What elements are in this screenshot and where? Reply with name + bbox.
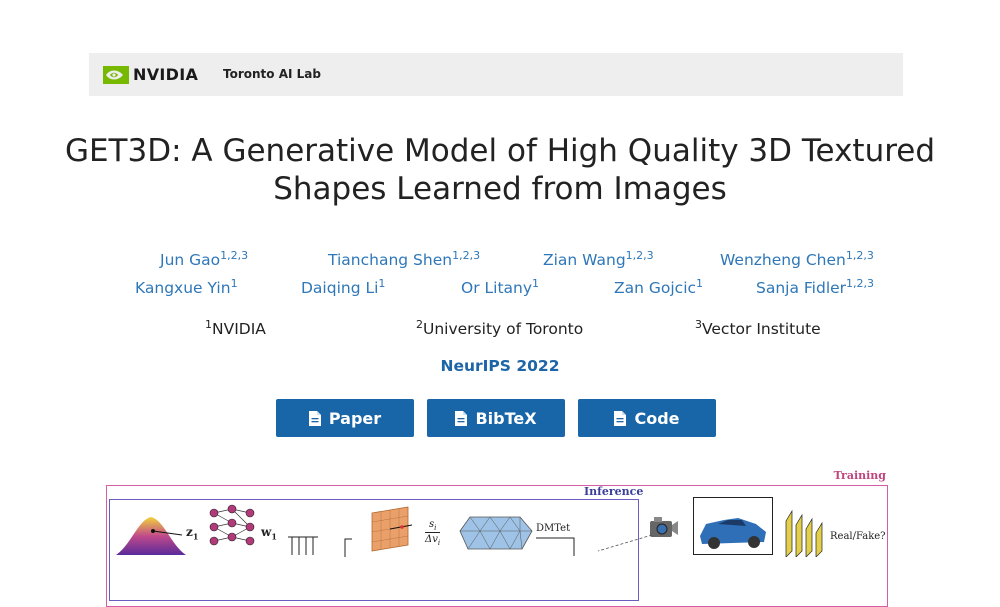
discriminator-icon	[785, 509, 823, 557]
affiliation: 3Vector Institute	[695, 318, 821, 339]
dmtet-label: DMTet	[536, 523, 571, 534]
nvidia-eye-icon	[103, 65, 129, 84]
author-link[interactable]: Daiqing Li1	[301, 277, 385, 297]
latent-distribution-icon	[116, 517, 186, 555]
author-link[interactable]: Zian Wang1,2,3	[543, 249, 654, 269]
sdf-numerator: si	[429, 519, 437, 532]
page-title: GET3D: A Generative Model of High Qualit…	[0, 132, 1000, 208]
camera-ray	[597, 534, 653, 552]
sdf-denominator: Δvi	[425, 532, 441, 547]
author-link[interactable]: Sanja Fidler1,2,3	[756, 277, 874, 297]
triplane-icon	[371, 506, 413, 552]
code-button[interactable]: Code	[578, 399, 716, 437]
lab-name[interactable]: Toronto AI Lab	[223, 67, 321, 81]
rendered-car-frame	[693, 497, 773, 555]
inference-label: Inference	[584, 485, 644, 498]
paper-button-label: Paper	[328, 408, 382, 428]
bracket-icon	[344, 538, 352, 557]
title-line-2: Shapes Learned from Images	[273, 171, 727, 207]
affiliation: 2University of Toronto	[416, 318, 584, 339]
document-icon	[614, 410, 627, 426]
venue-label: NeurIPS 2022	[440, 357, 560, 375]
dmtet-arrow	[536, 537, 575, 556]
title-line-1: GET3D: A Generative Model of High Qualit…	[64, 133, 936, 169]
pipeline-figure: Training Inference z1 w1 si Δvi DMTet Re…	[106, 469, 888, 607]
author-link[interactable]: Wenzheng Chen1,2,3	[720, 249, 874, 269]
nvidia-wordmark: NVIDIA	[133, 65, 199, 84]
author-link[interactable]: Or Litany1	[461, 277, 539, 297]
header-bar: NVIDIA Toronto AI Lab	[89, 53, 903, 96]
code-button-label: Code	[634, 408, 680, 428]
author-link[interactable]: Zan Gojcic1	[614, 277, 703, 297]
real-fake-label: Real/Fake?	[830, 531, 886, 542]
z1-label: z1	[186, 525, 199, 542]
author-link[interactable]: Kangxue Yin1	[135, 277, 238, 297]
training-label: Training	[833, 469, 886, 482]
document-icon	[308, 410, 321, 426]
document-icon	[455, 410, 468, 426]
paper-button[interactable]: Paper	[276, 399, 414, 437]
mapping-network-icon	[209, 504, 255, 546]
author-link[interactable]: Jun Gao1,2,3	[160, 249, 248, 269]
author-link[interactable]: Tianchang Shen1,2,3	[328, 249, 480, 269]
bibtex-button[interactable]: BibTeX	[427, 399, 565, 437]
w1-label: w1	[261, 525, 277, 542]
affiliation: 1NVIDIA	[205, 318, 266, 339]
feature-bars-icon	[288, 536, 318, 555]
tetrahedral-grid-icon	[459, 516, 533, 550]
car-icon	[700, 518, 766, 549]
bibtex-button-label: BibTeX	[475, 408, 537, 428]
nvidia-logo[interactable]: NVIDIA	[103, 65, 198, 84]
